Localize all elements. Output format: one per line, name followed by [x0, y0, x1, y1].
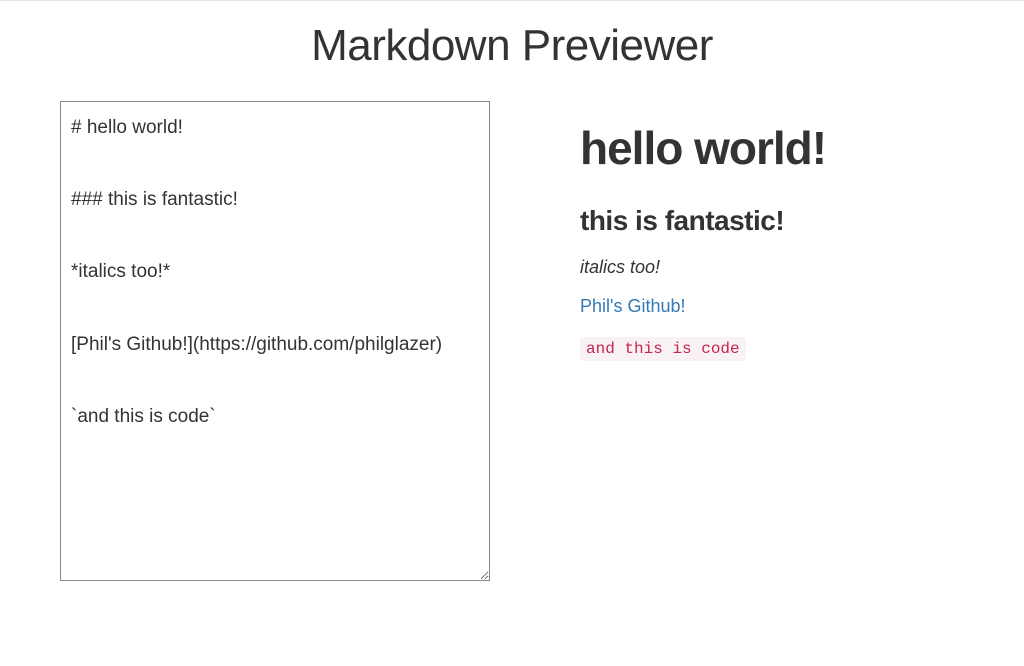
page-title: Markdown Previewer — [60, 21, 964, 71]
preview-heading-3: this is fantastic! — [580, 205, 964, 237]
preview-link[interactable]: Phil's Github! — [580, 296, 964, 317]
markdown-input[interactable] — [60, 101, 490, 581]
panes-row: hello world! this is fantastic! italics … — [60, 101, 964, 586]
preview-heading-1: hello world! — [580, 121, 964, 175]
preview-pane: hello world! this is fantastic! italics … — [580, 101, 964, 361]
preview-inline-code: and this is code — [580, 337, 746, 361]
editor-pane — [60, 101, 490, 586]
app-container: Markdown Previewer hello world! this is … — [0, 1, 1024, 586]
preview-italic-text: italics too! — [580, 257, 964, 278]
